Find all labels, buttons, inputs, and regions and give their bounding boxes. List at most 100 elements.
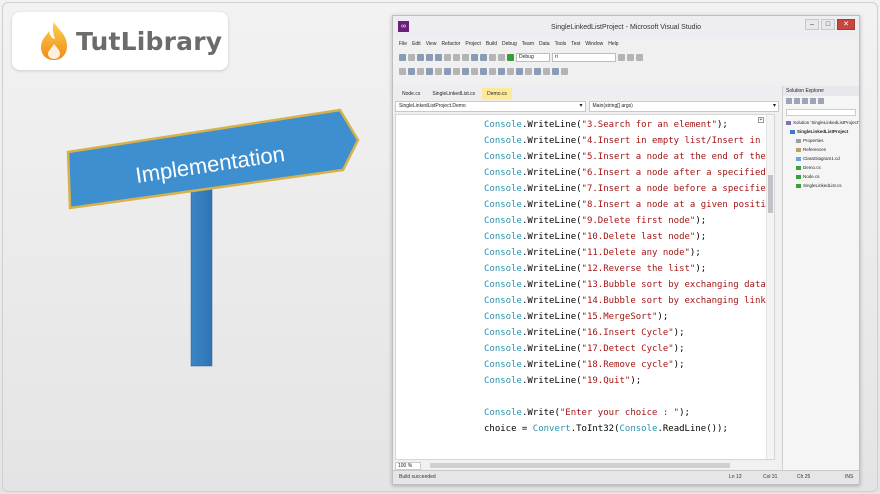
menu-view[interactable]: View [426, 41, 437, 47]
collapse-toggle[interactable]: + [758, 117, 764, 123]
vertical-scroll-thumb[interactable] [768, 175, 773, 213]
editor-horizontal-scrollbar[interactable] [424, 462, 775, 469]
menu-help[interactable]: Help [608, 41, 618, 47]
paste-icon[interactable] [462, 53, 469, 61]
tb2-icon-9[interactable] [471, 67, 478, 75]
status-bar: Build succeeded Ln 13 Col 31 Ch 25 INS [393, 470, 859, 484]
navigate-forward-icon[interactable] [498, 53, 505, 61]
menu-bar: File Edit View Refactor Project Build De… [393, 38, 859, 50]
cut-icon[interactable] [444, 53, 451, 61]
tb2-icon-15[interactable] [525, 67, 532, 75]
solution-explorer: Solution Explorer Solution 'SingleLinked… [782, 86, 859, 471]
tb2-icon-19[interactable] [561, 67, 568, 75]
menu-build[interactable]: Build [486, 41, 497, 47]
menu-debug[interactable]: Debug [502, 41, 517, 47]
tb2-icon-8[interactable] [462, 67, 469, 75]
standard-toolbar: Debug ri [393, 50, 859, 64]
add-item-icon[interactable] [408, 53, 415, 61]
tree-singlelinkedlist-cs[interactable]: SingleLinkedList.cs [786, 181, 859, 190]
status-line: Ln 13 [729, 474, 742, 480]
menu-file[interactable]: File [399, 41, 407, 47]
text-editor-toolbar [393, 64, 859, 78]
explorer-refresh-icon[interactable] [794, 98, 800, 104]
tb2-icon-16[interactable] [534, 67, 541, 75]
minimize-button[interactable]: – [805, 19, 819, 30]
menu-project[interactable]: Project [465, 41, 481, 47]
properties-icon[interactable] [636, 53, 643, 61]
menu-tools[interactable]: Tools [555, 41, 567, 47]
find-combo[interactable]: ri [552, 52, 616, 62]
explorer-home-icon[interactable] [786, 98, 792, 104]
navigate-back-icon[interactable] [489, 53, 496, 61]
tb2-icon-17[interactable] [543, 67, 550, 75]
code-editor[interactable]: Console.WriteLine("3.Search for an eleme… [395, 114, 775, 460]
tb2-icon-10[interactable] [480, 67, 487, 75]
explorer-show-all-icon[interactable] [810, 98, 816, 104]
new-project-icon[interactable] [399, 53, 406, 61]
solution-config-select[interactable]: Debug [516, 52, 550, 62]
title-bar: ∞ SingleLinkedListProject - Microsoft Vi… [393, 16, 859, 38]
tb2-icon-5[interactable] [435, 67, 442, 75]
tb2-icon-13[interactable] [507, 67, 514, 75]
solution-explorer-search[interactable] [786, 109, 856, 116]
tb2-icon-6[interactable] [444, 67, 451, 75]
save-all-icon[interactable] [435, 53, 442, 61]
undo-icon[interactable] [471, 53, 478, 61]
tb2-icon-4[interactable] [426, 67, 433, 75]
tb2-icon-7[interactable] [453, 67, 460, 75]
menu-team[interactable]: Team [522, 41, 534, 47]
tb2-icon-2[interactable] [408, 67, 415, 75]
start-debugging-icon[interactable] [507, 53, 514, 61]
explorer-properties-icon[interactable] [818, 98, 824, 104]
implementation-signpost: Implementation [66, 108, 360, 367]
code-line: Console.WriteLine("17.Detect Cycle"); [484, 344, 685, 354]
tree-node-cs[interactable]: Node.cs [786, 172, 859, 181]
tb2-icon-12[interactable] [498, 67, 505, 75]
solution-explorer-icon[interactable] [627, 53, 634, 61]
menu-window[interactable]: Window [585, 41, 603, 47]
copy-icon[interactable] [453, 53, 460, 61]
menu-refactor[interactable]: Refactor [441, 41, 460, 47]
window-title: SingleLinkedListProject - Microsoft Visu… [550, 23, 702, 31]
tree-solution[interactable]: Solution 'SingleLinkedListProject' [786, 118, 859, 127]
editor-vertical-scrollbar[interactable] [766, 115, 774, 459]
status-message: Build succeeded [399, 474, 436, 480]
tb2-icon-18[interactable] [552, 67, 559, 75]
code-line: Console.WriteLine("12.Reverse the list")… [484, 264, 707, 274]
flame-logo-icon [41, 22, 67, 60]
tree-classdiagram[interactable]: ClassDiagram1.cd [786, 154, 859, 163]
solution-icon [786, 120, 791, 125]
csharp-file-icon [796, 183, 801, 188]
tab-node-cs[interactable]: Node.cs [397, 88, 425, 100]
code-line: Console.WriteLine("4.Insert in empty lis… [484, 136, 774, 146]
find-icon[interactable] [618, 53, 625, 61]
tb2-icon-3[interactable] [417, 67, 424, 75]
menu-data[interactable]: Data [539, 41, 550, 47]
tree-references[interactable]: References [786, 145, 859, 154]
tb2-icon-1[interactable] [399, 67, 406, 75]
explorer-collapse-icon[interactable] [802, 98, 808, 104]
tab-demo-cs[interactable]: Demo.cs [482, 88, 512, 100]
code-line: Console.WriteLine("3.Search for an eleme… [484, 120, 728, 130]
maximize-button[interactable]: □ [821, 19, 835, 30]
open-file-icon[interactable] [417, 53, 424, 61]
tab-singlelinkedlist-cs[interactable]: SingleLinkedList.cs [427, 88, 480, 100]
zoom-level[interactable]: 100 % [395, 461, 421, 470]
menu-test[interactable]: Test [571, 41, 580, 47]
menu-edit[interactable]: Edit [412, 41, 421, 47]
tutlibrary-logo: TutLibrary [12, 12, 228, 70]
member-dropdown[interactable]: Main(string[] args) [588, 101, 779, 112]
save-icon[interactable] [426, 53, 433, 61]
tb2-icon-11[interactable] [489, 67, 496, 75]
editor-bottom-bar: 100 % [395, 461, 775, 470]
close-button[interactable]: ✕ [837, 19, 855, 30]
tree-demo-cs[interactable]: Demo.cs [786, 163, 859, 172]
redo-icon[interactable] [480, 53, 487, 61]
type-dropdown[interactable]: SingleLinkedListProject.Demo [395, 101, 586, 112]
tb2-icon-14[interactable] [516, 67, 523, 75]
tree-project[interactable]: SingleLinkedListProject [786, 127, 859, 136]
class-diagram-icon [796, 156, 801, 161]
tree-properties[interactable]: Properties [786, 136, 859, 145]
horizontal-scroll-thumb[interactable] [430, 463, 730, 468]
